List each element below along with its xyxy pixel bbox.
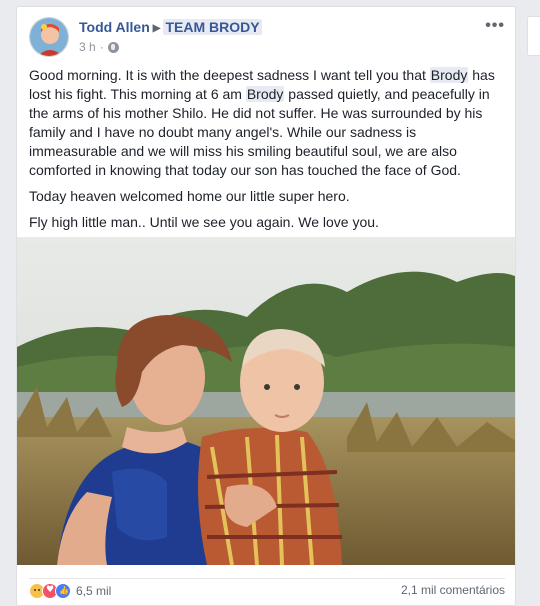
post-paragraph: Today heaven welcomed home our little su… <box>29 187 505 206</box>
post-paragraph: Good morning. It is with the deepest sad… <box>29 66 505 180</box>
author-name[interactable]: Todd Allen <box>79 19 150 35</box>
mention-link[interactable]: Brody <box>429 67 469 83</box>
post-paragraph: Fly high little man.. Until we see you a… <box>29 213 505 232</box>
globe-icon[interactable] <box>107 41 119 53</box>
mention-link[interactable]: Brody <box>245 86 285 102</box>
reaction-count[interactable]: 6,5 mil <box>76 584 111 598</box>
more-options-icon[interactable]: ••• <box>485 17 505 35</box>
post-time[interactable]: 3 h <box>79 40 96 54</box>
triangle-right-icon: ▶ <box>152 23 161 34</box>
post-meta: 3 h · <box>79 40 119 54</box>
group-name[interactable]: TEAM BRODY <box>163 19 262 35</box>
author-avatar[interactable] <box>29 17 69 57</box>
post-card: Todd Allen ▶ TEAM BRODY 3 h · ••• Good mor… <box>16 6 516 606</box>
post-text: Good morning. It is with the deepest sad… <box>29 67 430 83</box>
separator-dot: · <box>99 40 104 54</box>
post-footer: 6,5 mil 2,1 mil comentários <box>29 578 505 599</box>
like-reaction-icon <box>55 583 71 599</box>
comment-count[interactable]: 2,1 mil comentários <box>401 583 505 597</box>
post-photo[interactable] <box>17 237 515 565</box>
post-header: Todd Allen ▶ TEAM BRODY 3 h · ••• <box>29 17 505 61</box>
post-text: Today heaven welcomed home our little su… <box>29 188 350 204</box>
post-text: Fly high little man.. Until we see you a… <box>29 214 379 230</box>
reactions-summary[interactable]: 6,5 mil <box>29 583 111 599</box>
adjacent-panel-edge <box>527 16 540 56</box>
post-body: Good morning. It is with the deepest sad… <box>29 66 505 239</box>
author-line: Todd Allen ▶ TEAM BRODY <box>79 19 262 35</box>
